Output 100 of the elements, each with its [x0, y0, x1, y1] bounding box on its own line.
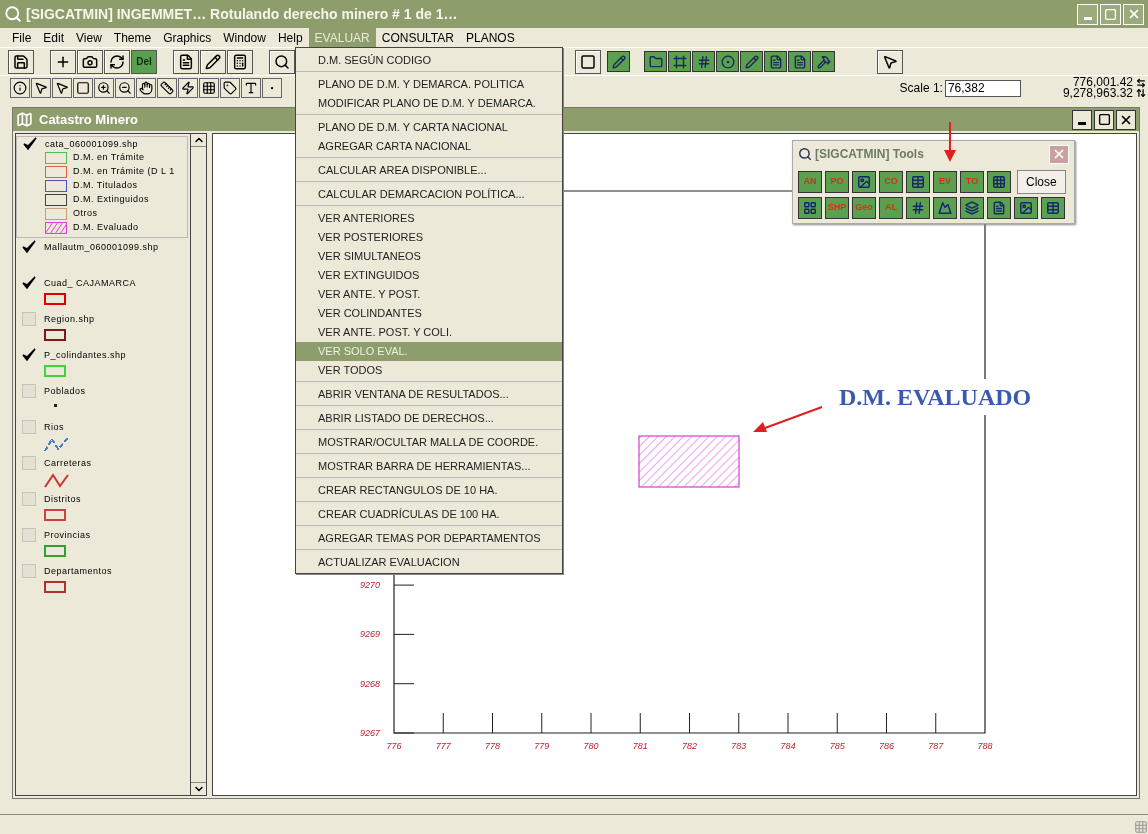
toolbar-button[interactable] — [220, 78, 240, 98]
minimize-icon — [1083, 16, 1092, 20]
tool-button[interactable] — [798, 197, 822, 219]
layer-checkbox[interactable] — [23, 137, 37, 151]
menu-item[interactable]: File — [6, 28, 38, 47]
camera-icon — [82, 53, 98, 70]
pencil-icon — [744, 54, 759, 69]
menu-item[interactable]: PLANOS — [459, 28, 521, 47]
tool-button[interactable] — [1014, 197, 1038, 219]
layer-name[interactable]: Region.shp — [44, 312, 95, 326]
menu-item[interactable]: Graphics — [157, 28, 218, 47]
toolbar-button[interactable] — [227, 49, 253, 74]
tool-button[interactable] — [906, 171, 930, 193]
toolbar-button[interactable] — [77, 49, 103, 74]
dropdown-item[interactable]: MOSTRAR/OCULTAR MALLA DE COORDE. — [296, 433, 562, 452]
dropdown-item[interactable]: VER EXTINGUIDOS — [296, 266, 562, 285]
close-button[interactable] — [1116, 109, 1136, 130]
toolbar-button[interactable] — [115, 78, 135, 98]
menu-item[interactable]: Window — [217, 28, 272, 47]
tool-button[interactable] — [987, 171, 1011, 193]
dropdown-item[interactable]: PLANO DE D.M. Y DEMARCA. POLITICA — [296, 75, 562, 94]
document-icon — [792, 54, 807, 69]
zoom-in-icon — [97, 81, 111, 95]
toolbar-button[interactable] — [575, 49, 601, 74]
dropdown-item[interactable]: CREAR CUADRÍCULAS DE 100 HA. — [296, 505, 562, 524]
dropdown-item[interactable]: VER TODOS — [296, 361, 562, 380]
toolbar-button[interactable] — [173, 49, 199, 74]
layer-name[interactable]: Poblados — [44, 384, 86, 398]
tick-label: 786 — [879, 741, 894, 751]
dropdown-item[interactable]: PLANO DE D.M. Y CARTA NACIONAL — [296, 118, 562, 137]
folder-icon — [648, 54, 663, 69]
toolbar-button[interactable] — [10, 78, 30, 98]
dropdown-item[interactable]: VER POSTERIORES — [296, 228, 562, 247]
layer-name[interactable]: Mallautm_060001099.shp — [44, 240, 159, 254]
menu-item[interactable]: Theme — [107, 28, 158, 47]
layer-name[interactable]: Carreteras — [44, 456, 92, 470]
minimize-button[interactable] — [1072, 109, 1092, 130]
tool-button[interactable] — [906, 197, 930, 219]
dropdown-item[interactable]: CREAR RECTANGULOS DE 10 HA. — [296, 481, 562, 500]
delete-button[interactable]: Del — [131, 49, 157, 74]
layer-checkbox[interactable] — [22, 240, 36, 254]
menu-item[interactable]: View — [70, 28, 108, 47]
dropdown-item[interactable]: MODIFICAR PLANO DE D.M. Y DEMARCA. — [296, 94, 562, 113]
toolbar-button[interactable] — [178, 78, 198, 98]
layer-name[interactable]: Rios — [44, 420, 70, 434]
close-text-button[interactable]: Close — [1017, 170, 1066, 194]
frame-icon — [672, 54, 687, 69]
toolbar-button[interactable] — [241, 78, 261, 98]
dropdown-item[interactable]: VER ANTERIORES — [296, 209, 562, 228]
menu-item[interactable]: CONSULTAR — [375, 28, 460, 47]
document-icon — [178, 53, 194, 70]
dropdown-item[interactable]: CALCULAR DEMARCACION POLÍTICA... — [296, 185, 562, 204]
dropdown-item[interactable]: VER ANTE. POST. Y COLI. — [296, 323, 562, 342]
dropdown-item[interactable]: ACTUALIZAR EVALUACION — [296, 553, 562, 572]
toolbar-button[interactable] — [199, 78, 219, 98]
tick-label: 784 — [780, 741, 796, 751]
menu-item[interactable]: Help — [271, 28, 309, 47]
layer-checkbox[interactable] — [22, 348, 36, 362]
dropdown-item[interactable]: VER SIMULTANEOS — [296, 247, 562, 266]
mountain-icon — [938, 201, 952, 215]
layer-name[interactable]: Departamentos — [44, 564, 113, 578]
dropdown-item[interactable]: MOSTRAR BARRA DE HERRAMIENTAS... — [296, 457, 562, 476]
toolbar-button[interactable] — [8, 49, 34, 74]
layer-checkbox[interactable] — [22, 276, 36, 290]
layer-name[interactable]: Cuad_ CAJAMARCA — [44, 276, 137, 290]
dropdown-item[interactable]: AGREGAR TEMAS POR DEPARTAMENTOS — [296, 529, 562, 548]
dropdown-item[interactable]: AGREGAR CARTA NACIONAL — [296, 137, 562, 156]
dropdown-item[interactable]: D.M. SEGÚN CODIGO — [296, 51, 562, 70]
dropdown-item[interactable]: VER COLINDANTES — [296, 304, 562, 323]
dropdown-item[interactable]: ABRIR VENTANA DE RESULTADOS... — [296, 385, 562, 404]
toolbar-button[interactable] — [52, 78, 72, 98]
toolbar-button[interactable] — [269, 49, 295, 74]
toolbar-button[interactable] — [31, 78, 51, 98]
toolbar-button[interactable] — [136, 78, 156, 98]
toolbar-button[interactable] — [877, 49, 903, 74]
layer-name[interactable]: P_colindantes.shp — [44, 348, 127, 362]
tool-button[interactable] — [852, 171, 876, 193]
toolbar-button[interactable] — [94, 78, 114, 98]
tool-button[interactable] — [1041, 197, 1065, 219]
maximize-button[interactable] — [1094, 109, 1114, 130]
dropdown-item[interactable]: ABRIR LISTADO DE DERECHOS... — [296, 409, 562, 428]
layer-name[interactable]: cata_060001099.shp — [45, 137, 175, 151]
toolbar-button[interactable] — [157, 78, 177, 98]
dropdown-item[interactable]: CALCULAR AREA DISPONIBLE... — [296, 161, 562, 180]
menu-item[interactable]: Edit — [37, 28, 71, 47]
tool-button[interactable] — [987, 197, 1011, 219]
window-title: [SIGCATMIN] INGEMMET… Rotulando derecho minero # 1 de 1… — [26, 4, 459, 24]
arrow — [753, 406, 823, 432]
toolbar-button[interactable] — [200, 49, 226, 74]
dropdown-item[interactable]: VER ANTE. Y POST. — [296, 285, 562, 304]
tool-button[interactable] — [933, 197, 957, 219]
layer-name[interactable]: Provincias — [44, 528, 91, 542]
scrollbar[interactable] — [190, 134, 206, 795]
layer-name[interactable]: Distritos — [44, 492, 81, 506]
tool-button[interactable] — [960, 197, 984, 219]
toolbar-button[interactable] — [104, 49, 130, 74]
toolbar-button[interactable] — [50, 49, 76, 74]
toolbar-button[interactable] — [73, 78, 93, 98]
legend-class-label: D.M. Evaluado — [73, 221, 139, 235]
scale-field[interactable]: 76,382 — [944, 79, 1021, 97]
